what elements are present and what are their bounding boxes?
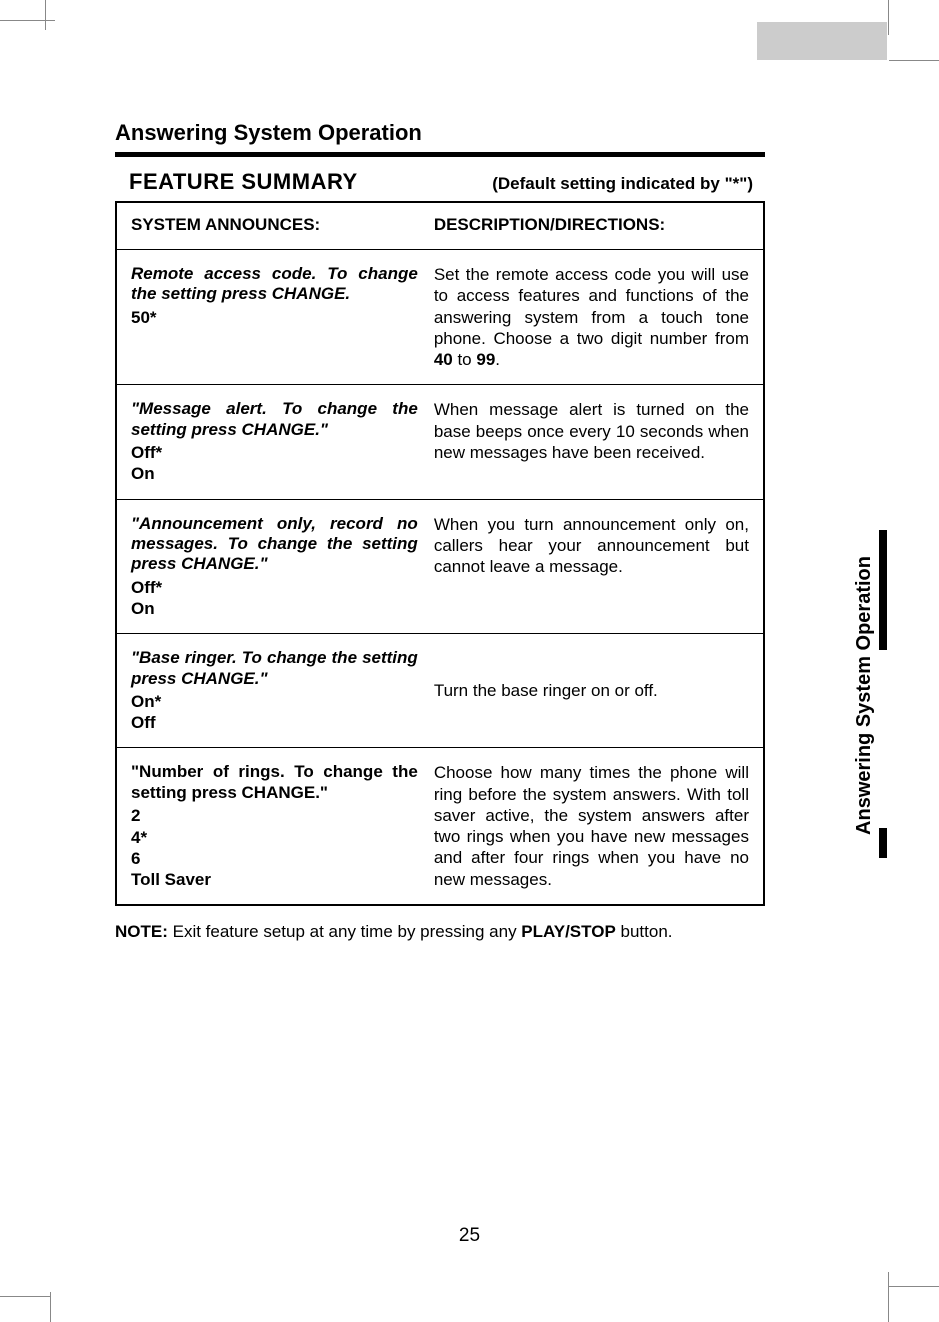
table-row: "Announcement only, record no messages. …: [117, 500, 763, 635]
description-cell: Turn the base ringer on or off.: [434, 680, 749, 701]
announce-cell: "Announcement only, record no messages. …: [131, 514, 434, 620]
options-text: 2 4* 6 Toll Saver: [131, 805, 418, 890]
feature-title: FEATURE SUMMARY: [129, 169, 358, 195]
crop-mark: [888, 0, 889, 35]
crop-mark: [889, 60, 939, 61]
crop-mark: [0, 20, 55, 21]
section-rule: [115, 152, 765, 157]
description-text: Choose how many times the phone will rin…: [434, 762, 749, 890]
announce-text: "Number of rings. To change the setting …: [131, 762, 418, 803]
announce-text: "Base ringer. To change the setting pres…: [131, 648, 418, 689]
crop-mark: [45, 0, 46, 30]
announce-text: "Announcement only, record no messages. …: [131, 514, 418, 575]
description-cell: Choose how many times the phone will rin…: [434, 762, 749, 890]
note-text: NOTE: Exit feature setup at any time by …: [115, 922, 765, 942]
table-row: "Number of rings. To change the setting …: [117, 748, 763, 904]
side-tab-bar: [879, 530, 887, 650]
default-note: (Default setting indicated by "*"): [492, 174, 753, 194]
section-title: Answering System Operation: [115, 120, 765, 146]
description-cell: Set the remote access code you will use …: [434, 264, 749, 370]
table-header-row: SYSTEM ANNOUNCES: DESCRIPTION/DIRECTIONS…: [117, 203, 763, 250]
page-content: Answering System Operation FEATURE SUMMA…: [115, 120, 765, 942]
page-number: 25: [0, 1225, 939, 1247]
header-system-announces: SYSTEM ANNOUNCES:: [131, 215, 434, 235]
side-tab-label: Answering System Operation: [853, 556, 876, 835]
side-tab-bar: [879, 828, 887, 858]
description-text: When you turn announcement only on, call…: [434, 514, 749, 578]
announce-text: "Message alert. To change the setting pr…: [131, 399, 418, 440]
table-row: "Base ringer. To change the setting pres…: [117, 634, 763, 748]
feature-table: SYSTEM ANNOUNCES: DESCRIPTION/DIRECTIONS…: [115, 201, 765, 906]
crop-mark: [888, 1272, 889, 1322]
crop-mark: [0, 1296, 50, 1297]
description-cell: When message alert is turned on the base…: [434, 399, 749, 484]
description-text: When message alert is turned on the base…: [434, 399, 749, 463]
header-gray-band: [757, 22, 887, 60]
table-row: Remote access code. To change the settin…: [117, 250, 763, 385]
announce-cell: "Message alert. To change the setting pr…: [131, 399, 434, 484]
feature-header-row: FEATURE SUMMARY (Default setting indicat…: [115, 167, 765, 195]
options-text: On* Off: [131, 691, 418, 734]
header-description: DESCRIPTION/DIRECTIONS:: [434, 215, 749, 235]
announce-cell: "Number of rings. To change the setting …: [131, 762, 434, 890]
crop-mark: [50, 1292, 51, 1322]
options-text: Off* On: [131, 442, 418, 485]
description-cell: When you turn announcement only on, call…: [434, 514, 749, 620]
table-row: "Message alert. To change the setting pr…: [117, 385, 763, 499]
description-text: Turn the base ringer on or off.: [434, 680, 749, 701]
options-text: Off* On: [131, 577, 418, 620]
description-text: Set the remote access code you will use …: [434, 264, 749, 370]
announce-cell: Remote access code. To change the settin…: [131, 264, 434, 370]
crop-mark: [889, 1286, 939, 1287]
announce-cell: "Base ringer. To change the setting pres…: [131, 648, 434, 733]
announce-text: Remote access code. To change the settin…: [131, 264, 418, 305]
options-text: 50*: [131, 307, 418, 328]
